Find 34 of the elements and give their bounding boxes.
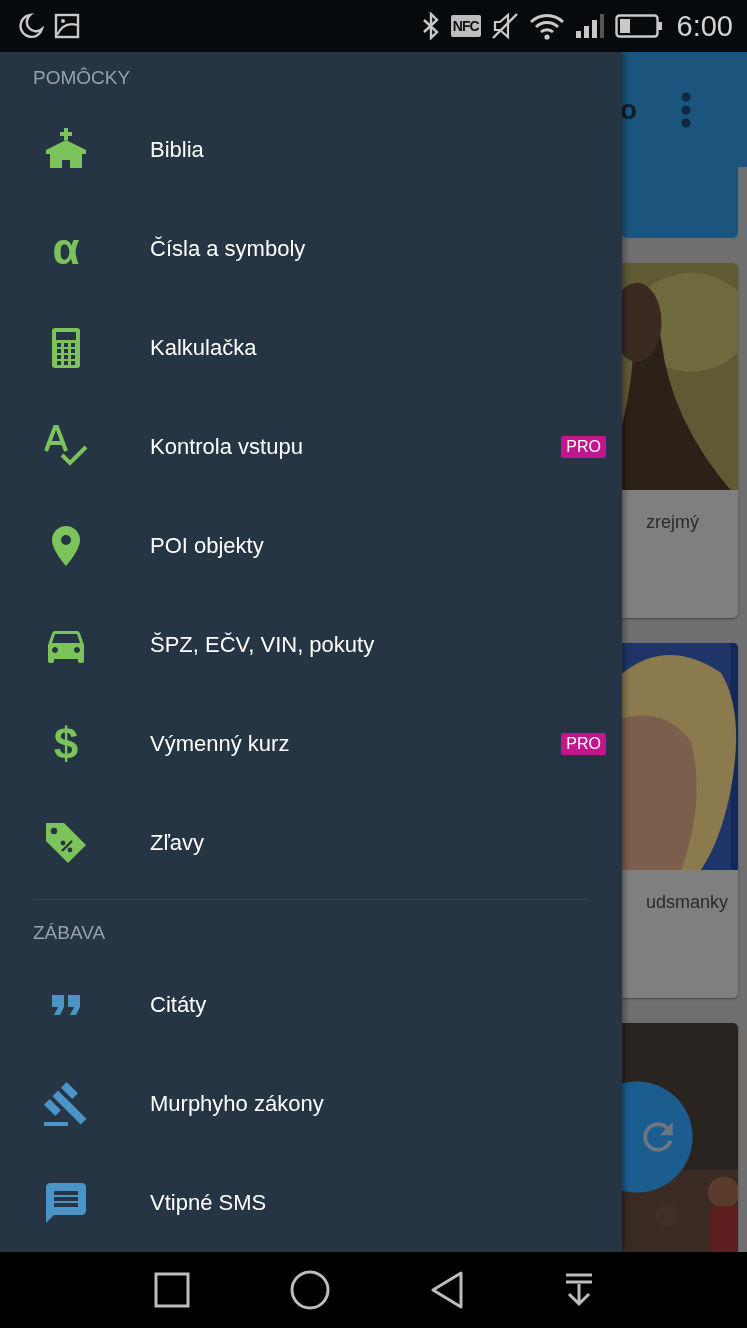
menu-item[interactable]: Citáty [0,955,622,1054]
menu-item[interactable]: Kontrola vstupu PRO [0,397,622,496]
menu-item[interactable]: Vtipné SMS [0,1153,622,1252]
pro-badge: PRO [561,732,606,755]
notifications-button[interactable] [563,1272,594,1308]
symbol-icon: $ [53,719,79,768]
wifi-icon [528,12,565,40]
menu-item[interactable]: Kalkulačka [0,298,622,397]
back-button[interactable] [429,1271,464,1309]
image-icon [54,13,80,39]
section-header: ZÁBAVA [33,922,106,943]
signal-icon [574,13,605,39]
home-button[interactable] [289,1270,330,1310]
moon-icon [18,13,44,39]
menu-item[interactable]: α Čísla a symboly [0,199,622,298]
symbol-icon: α [52,224,80,273]
card-title: zrejmý [646,512,699,532]
menu-item[interactable]: $ Výmenný kurz PRO [0,694,622,793]
nfc-icon: NFC [450,15,481,37]
news-card[interactable]: zrejmý [622,263,738,618]
recents-button[interactable] [153,1272,190,1308]
menu-item[interactable]: Zľavy [0,793,622,892]
menu-item[interactable]: ŠPZ, EČV, VIN, pokuty [0,595,622,694]
toolbar-title: o [620,93,639,126]
menu-item[interactable]: Biblia [0,100,622,199]
card-title: udsmanky [646,892,729,912]
clock-time: 6:00 [676,9,733,43]
pro-badge: PRO [561,435,606,458]
section-header: POMÔCKY [33,67,131,88]
news-card[interactable]: udsmanky [622,643,738,998]
menu-item[interactable]: Murphyho zákony [0,1054,622,1153]
menu-item[interactable]: POI objekty [0,496,622,595]
muted-speaker-icon [490,12,519,40]
battery-icon [614,14,663,38]
